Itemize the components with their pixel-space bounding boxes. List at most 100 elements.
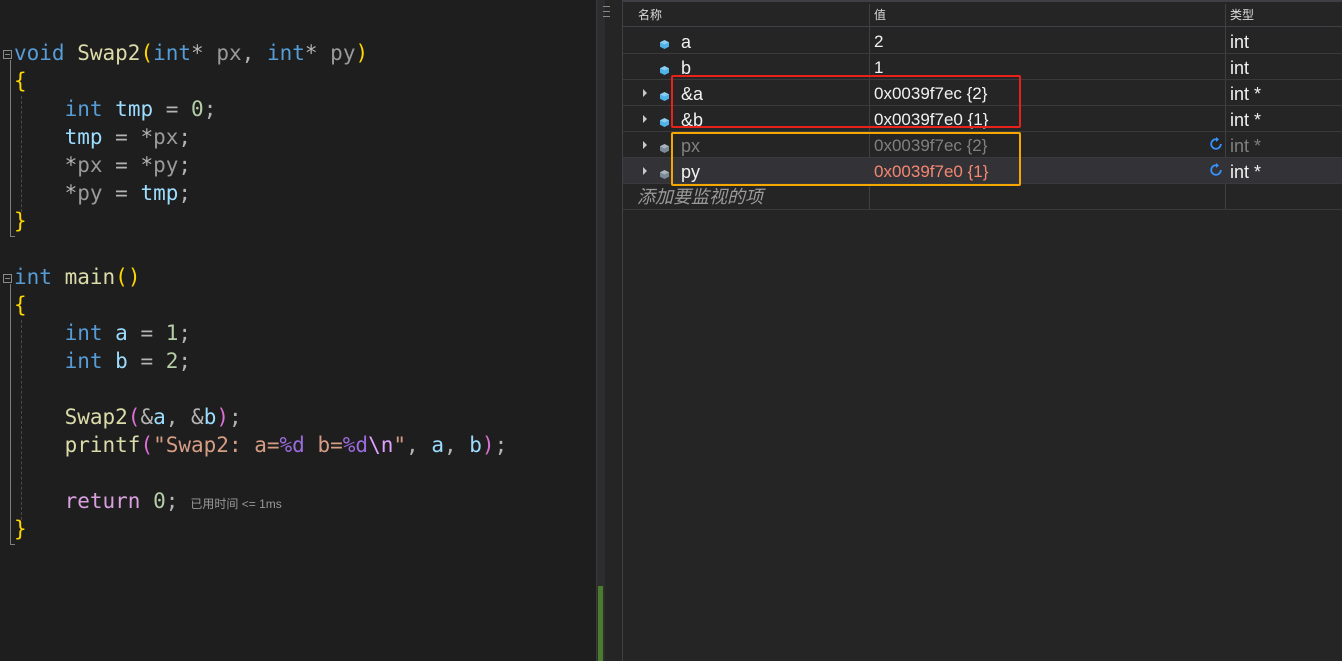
watch-type: int * [1230, 136, 1262, 156]
expand-arrow-icon[interactable] [643, 141, 647, 149]
expand-arrow-icon[interactable] [643, 167, 647, 175]
watch-name[interactable]: a [681, 28, 691, 54]
code-line[interactable]: int main() [14, 263, 140, 291]
expand-arrow-icon[interactable] [643, 115, 647, 123]
code-line[interactable]: tmp = *px; [14, 123, 191, 151]
code-line[interactable]: int b = 2; [14, 347, 192, 375]
code-line[interactable]: printf("Swap2: a=%d b=%d\n", a, b); [14, 431, 508, 459]
collapse-minus-icon[interactable]: − [3, 50, 12, 59]
code-token: ) [481, 433, 495, 457]
code-token: ; [178, 349, 192, 373]
code-token: return [64, 489, 141, 513]
collapse-minus-icon[interactable]: − [3, 274, 12, 283]
code-token: 0 [191, 97, 204, 121]
code-token: a [115, 321, 128, 345]
code-line[interactable]: void Swap2(int* px, int* py) [14, 39, 368, 67]
column-header-type[interactable]: 类型 [1230, 4, 1254, 26]
code-token: () [115, 265, 141, 289]
code-token: tmp [115, 97, 154, 121]
cube-icon [660, 140, 669, 153]
add-watch-row[interactable]: 添加要监视的项 [623, 184, 1342, 210]
code-token: 2 [165, 349, 179, 373]
column-header-value[interactable]: 值 [874, 4, 886, 26]
code-token: ( [140, 41, 154, 65]
watch-type: int * [1230, 162, 1262, 182]
code-token: px [216, 41, 242, 65]
code-token: ) [355, 41, 369, 65]
code-token: void [14, 41, 65, 65]
code-line[interactable]: } [14, 207, 27, 235]
code-token: int [64, 97, 103, 121]
expand-arrow-icon[interactable] [643, 89, 647, 97]
cube-icon [660, 88, 669, 101]
column-header-name[interactable]: 名称 [638, 4, 662, 26]
cube-icon [660, 114, 669, 127]
refresh-icon[interactable] [1209, 163, 1225, 179]
refresh-icon[interactable] [1209, 137, 1225, 153]
code-line[interactable]: { [14, 67, 27, 95]
code-token: b [203, 405, 217, 429]
code-token: b= [304, 433, 343, 457]
code-token: int [266, 41, 305, 65]
code-line[interactable]: int a = 1; [14, 319, 192, 347]
code-token: = [102, 181, 141, 205]
code-token: 0 [153, 489, 166, 513]
code-token: px [77, 153, 103, 177]
code-token: Swap2 [64, 405, 128, 429]
code-token: ; [165, 489, 179, 513]
code-token: * [304, 41, 331, 65]
add-watch-input[interactable]: 添加要监视的项 [637, 184, 763, 210]
code-line[interactable]: Swap2(&a, &b); [14, 403, 242, 431]
code-token: Swap2 [77, 41, 141, 65]
code-token: , [443, 433, 470, 457]
scrollbar-change-marker [598, 586, 603, 661]
code-line[interactable]: *px = *py; [14, 151, 191, 179]
code-token: ; [229, 405, 242, 429]
code-line[interactable]: int tmp = 0; [14, 95, 217, 123]
editor-scrollbar[interactable] [597, 0, 605, 661]
code-line[interactable]: { [14, 291, 27, 319]
outline-guide-end [10, 544, 15, 545]
watch-row-a[interactable]: a 2 int [623, 28, 1342, 54]
code-token: b [469, 433, 482, 457]
code-token: ( [127, 405, 141, 429]
code-line[interactable]: } [14, 515, 27, 543]
code-token: b [115, 349, 128, 373]
code-line[interactable]: return 0; 已用时间 <= 1ms [14, 487, 282, 515]
cube-icon [660, 36, 669, 49]
code-token: ; [178, 321, 192, 345]
cube-icon [660, 166, 669, 179]
code-token: , [241, 41, 267, 65]
code-token: int [14, 265, 52, 289]
code-token: tmp [140, 181, 179, 205]
code-token: int [64, 321, 103, 345]
code-token: "Swap2: a= [153, 433, 280, 457]
scrollbar-marker [603, 16, 610, 17]
code-token: tmp [64, 125, 103, 149]
watch-value[interactable]: 2 [874, 28, 883, 54]
code-token: " [393, 433, 407, 457]
scrollbar-marker [603, 11, 610, 12]
code-token: \n [368, 433, 394, 457]
code-token: ; [178, 181, 192, 205]
code-token: , [406, 433, 432, 457]
watch-type: int [1230, 32, 1250, 52]
code-token: ; [178, 125, 192, 149]
code-editor[interactable]: − − void Swap2(int* px, int* py){ int tm… [0, 0, 596, 661]
code-line[interactable]: *py = tmp; [14, 179, 191, 207]
watch-type: int * [1230, 84, 1262, 104]
highlight-box-orange [671, 132, 1021, 186]
outline-guide-end [10, 236, 15, 237]
watch-type: int [1230, 58, 1250, 78]
